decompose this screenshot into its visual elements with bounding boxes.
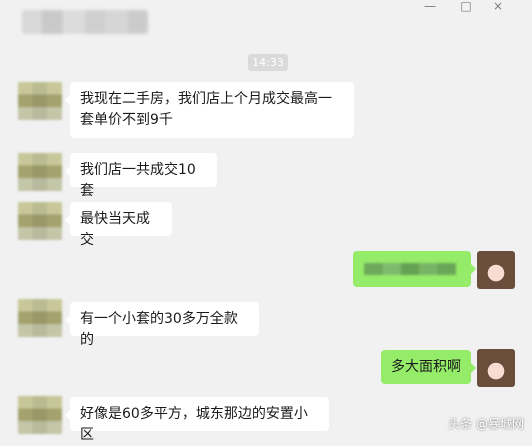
source-watermark: 头条 @暴城网 [448, 417, 524, 431]
user-avatar[interactable] [477, 349, 515, 387]
message-bubble-incoming[interactable]: 有一个小套的30多万全款的 [65, 302, 259, 348]
contact-avatar[interactable] [18, 202, 62, 240]
user-avatar[interactable] [477, 251, 515, 289]
blurred-text [364, 263, 456, 275]
message-bubble-incoming[interactable]: 最快当天成交 [65, 202, 172, 248]
message-timestamp: 14:33 [248, 54, 288, 71]
contact-avatar[interactable] [18, 153, 62, 191]
message-bubble-outgoing[interactable]: 多大面积啊 [381, 350, 476, 384]
chat-title-blurred [22, 10, 148, 34]
outgoing-message-blurred[interactable] [353, 251, 476, 287]
message-bubble-incoming[interactable]: 我现在二手房，我们店上个月成交最高一套单价不到9千 [65, 82, 354, 138]
maximize-button[interactable]: □ [460, 0, 472, 12]
contact-avatar[interactable] [18, 82, 62, 120]
contact-avatar[interactable] [18, 396, 62, 434]
message-bubble-incoming[interactable]: 好像是60多平方，城东那边的安置小区 [65, 397, 329, 443]
contact-avatar[interactable] [18, 299, 62, 337]
message-bubble-incoming[interactable]: 我们店一共成交10套 [65, 153, 217, 199]
minimize-button[interactable]: — [424, 0, 436, 12]
close-button[interactable]: × [492, 0, 504, 12]
